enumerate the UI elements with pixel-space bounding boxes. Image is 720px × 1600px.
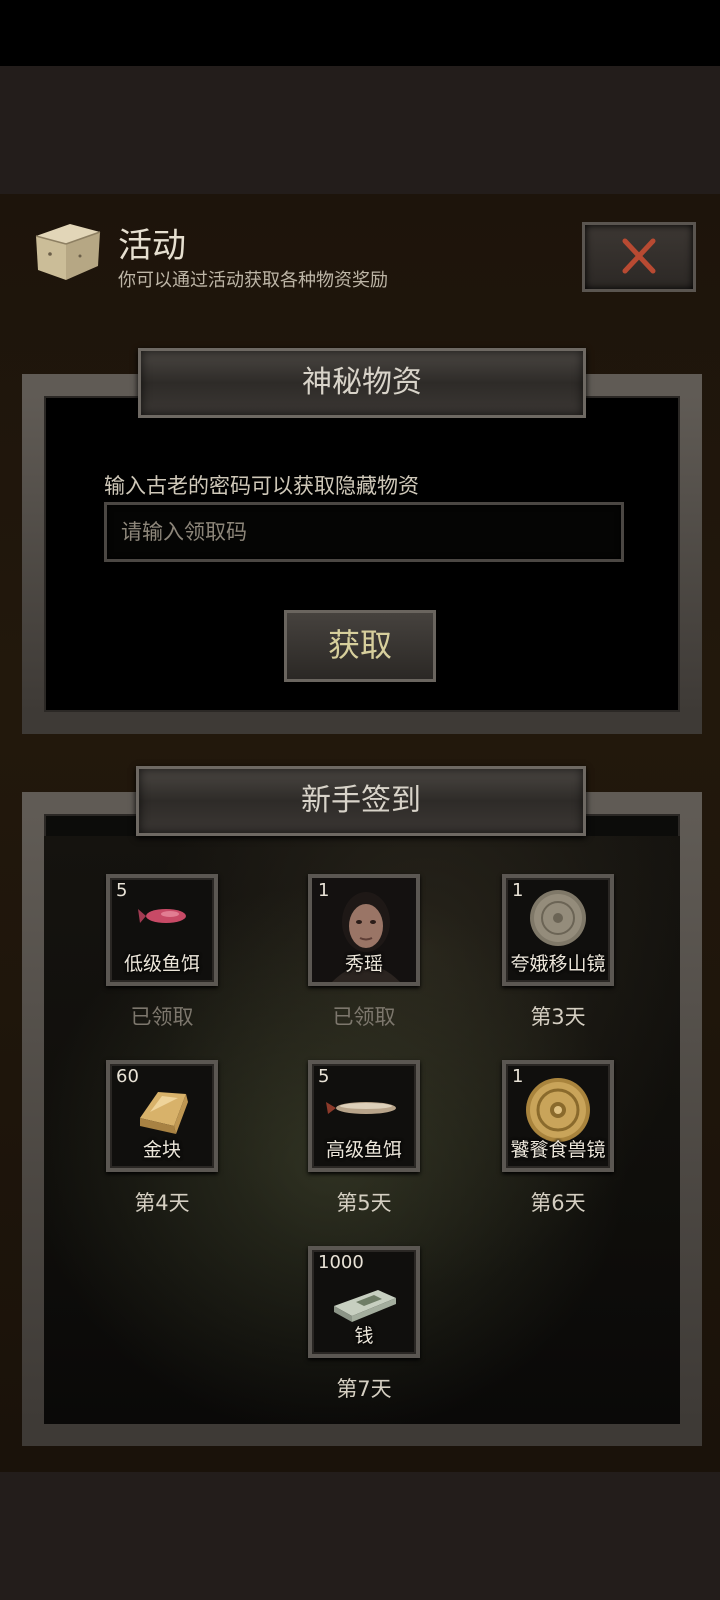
reward-slot-day2[interactable]: 1 秀瑶	[308, 874, 420, 986]
status-bar	[0, 0, 720, 66]
close-button[interactable]	[582, 222, 696, 292]
reward-count: 5	[116, 880, 128, 901]
reward-slot-day1[interactable]: 5 低级鱼饵	[106, 874, 218, 986]
reward-status-day1: 已领取	[130, 1005, 194, 1029]
reward-status-day4: 第4天	[134, 1191, 190, 1215]
redeem-code-input[interactable]: 请输入领取码	[104, 502, 624, 562]
reward-slot-day5[interactable]: 5 高级鱼饵	[308, 1060, 420, 1172]
reward-name: 饕餮食兽镜	[510, 1139, 606, 1161]
reward-slot-day7[interactable]: 1000 钱	[308, 1246, 420, 1358]
redeem-code-placeholder: 请输入领取码	[121, 520, 247, 544]
reward-slot-day3[interactable]: 1 夸娥移山镜	[502, 874, 614, 986]
reward-status-day2: 已领取	[332, 1005, 396, 1029]
reward-status-day3: 第3天	[530, 1005, 586, 1029]
reward-count: 60	[116, 1066, 139, 1087]
reward-slot-day4[interactable]: 60 金块	[106, 1060, 218, 1172]
redeem-button[interactable]: 获取	[284, 610, 436, 682]
reward-name: 金块	[142, 1139, 181, 1161]
mystery-section-title: 神秘物资	[138, 348, 586, 418]
reward-name: 夸娥移山镜	[510, 953, 606, 975]
reward-count: 1000	[318, 1252, 364, 1273]
page-title: 活动	[118, 226, 186, 266]
reward-count: 5	[318, 1066, 330, 1087]
top-backdrop	[0, 66, 720, 194]
box-icon	[35, 224, 101, 280]
signin-section-title: 新手签到	[136, 766, 586, 836]
code-hint: 输入古老的密码可以获取隐藏物资	[104, 474, 419, 498]
reward-name: 秀瑶	[344, 953, 383, 975]
reward-count: 1	[512, 880, 524, 901]
reward-name: 钱	[354, 1325, 374, 1347]
reward-name: 高级鱼饵	[325, 1139, 402, 1161]
reward-status-day5: 第5天	[336, 1191, 392, 1215]
reward-name: 低级鱼饵	[123, 953, 200, 975]
reward-count: 1	[512, 1066, 524, 1087]
page-subtitle: 你可以通过活动获取各种物资奖励	[118, 270, 388, 291]
close-icon	[622, 238, 656, 274]
reward-count: 1	[318, 880, 330, 901]
reward-status-day6: 第6天	[530, 1191, 586, 1215]
bottom-backdrop	[0, 1472, 720, 1600]
reward-status-day7: 第7天	[336, 1377, 392, 1401]
reward-slot-day6[interactable]: 1 饕餮食兽镜	[502, 1060, 614, 1172]
